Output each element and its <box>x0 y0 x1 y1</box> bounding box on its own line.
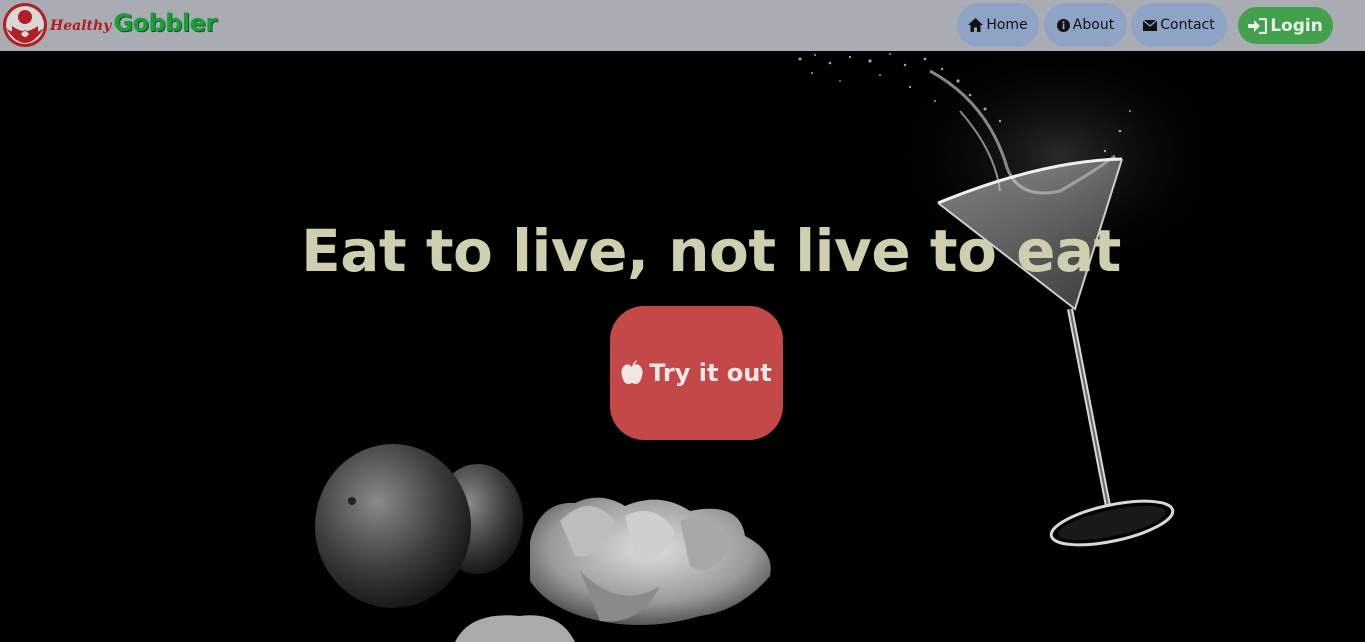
try-it-out-button[interactable]: Try it out <box>610 306 783 440</box>
hero-section: Eat to live, not live to eat Try it out <box>0 51 1365 642</box>
login-icon <box>1248 17 1268 34</box>
info-icon <box>1056 18 1070 32</box>
navbar: Healthy Gobbler Home About Contact Login <box>0 0 1365 51</box>
nav-home-button[interactable]: Home <box>957 3 1039 47</box>
nav-contact-button[interactable]: Contact <box>1131 3 1227 47</box>
home-icon <box>968 18 984 32</box>
envelope-icon <box>1143 19 1158 31</box>
brand-name-healthy: Healthy <box>50 18 112 34</box>
nav-contact-label: Contact <box>1160 17 1215 33</box>
try-it-out-label: Try it out <box>649 359 772 387</box>
apple-icon <box>621 360 643 386</box>
logo-icon <box>3 3 47 47</box>
nav-home-label: Home <box>986 17 1028 33</box>
nav-about-label: About <box>1072 17 1115 33</box>
nav-about-button[interactable]: About <box>1044 3 1127 47</box>
nav-login-label: Login <box>1270 15 1323 36</box>
brand-logo-link[interactable]: Healthy Gobbler <box>2 2 217 48</box>
hero-headline: Eat to live, not live to eat <box>301 217 1121 285</box>
brand-name-gobbler: Gobbler <box>113 9 217 37</box>
nav-login-button[interactable]: Login <box>1238 7 1333 44</box>
